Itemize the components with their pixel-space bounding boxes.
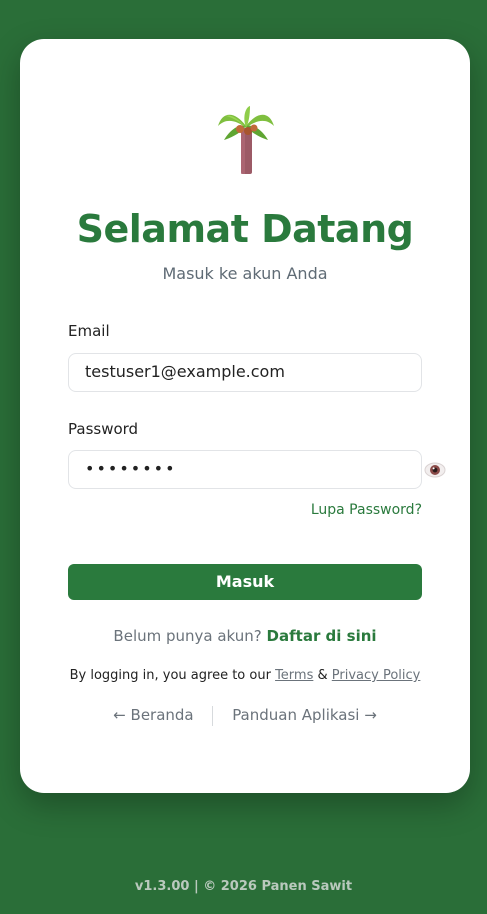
terms-link[interactable]: Terms <box>275 668 313 683</box>
page-subtitle: Masuk ke akun Anda <box>162 264 328 283</box>
register-link[interactable]: Daftar di sini <box>267 627 377 645</box>
nav-divider <box>212 705 214 726</box>
email-label: Email <box>68 322 110 340</box>
email-field[interactable]: testuser1@example.com <box>68 353 422 392</box>
terms-prefix: By logging in, you agree to our <box>69 668 271 683</box>
register-prompt: Belum punya akun? Daftar di sini <box>20 626 470 646</box>
password-field[interactable]: •••••••• <box>68 450 422 489</box>
eye-icon[interactable] <box>424 461 446 479</box>
terms-and: & <box>317 668 328 683</box>
password-label: Password <box>68 420 139 438</box>
guide-link[interactable]: Panduan Aplikasi → <box>232 706 377 724</box>
login-button[interactable]: Masuk <box>68 564 422 600</box>
register-prompt-text: Belum punya akun? <box>113 627 262 645</box>
page-title: Selamat Datang <box>76 207 414 251</box>
version-footer: v1.3.00 | © 2026 Panen Sawit <box>134 879 353 894</box>
footer-nav: ← Beranda Panduan Aplikasi → <box>20 705 470 726</box>
login-card: Selamat Datang Masuk ke akun Anda Email … <box>20 39 470 793</box>
home-link[interactable]: ← Beranda <box>113 706 193 724</box>
privacy-policy-link[interactable]: Privacy Policy <box>332 668 421 683</box>
palm-tree-icon <box>218 106 274 174</box>
terms-notice: By logging in, you agree to our Terms & … <box>20 667 470 685</box>
forgot-password-link[interactable]: Lupa Password? <box>311 500 422 520</box>
